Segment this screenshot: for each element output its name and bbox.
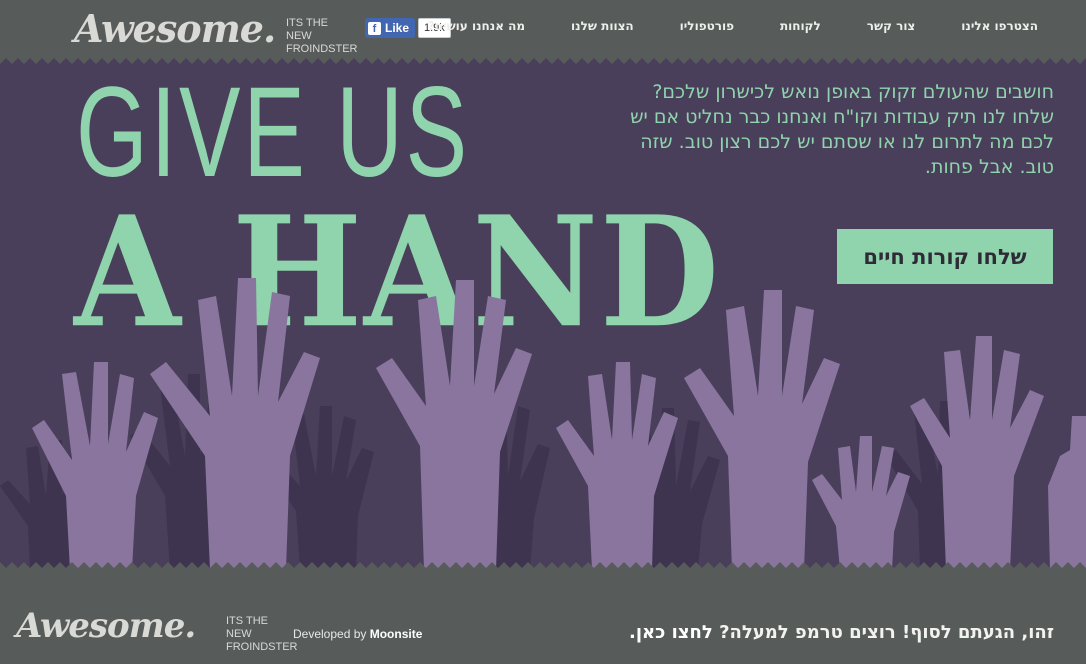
facebook-like-label: Like: [385, 21, 410, 35]
back-to-top-message: זהו, הגעתם לסוף! רוצים טרמפ למעלה? לחצו …: [629, 622, 1054, 643]
nav-item-contact[interactable]: צור קשר: [867, 19, 916, 33]
facebook-like-button[interactable]: f Like: [365, 18, 416, 38]
hero-section: GIVE US A HAND חושבים שהעולם זקוק באופן …: [0, 56, 1086, 570]
back-to-top-text: זהו, הגעתם לסוף! רוצים טרמפ למעלה?: [719, 622, 1054, 643]
nav-item-team[interactable]: הצוות שלנו: [571, 19, 634, 33]
site-footer: Awesome. ITS THE NEW FROINDSTER Develope…: [0, 570, 1086, 664]
top-header: Awesome. ITS THE NEW FROINDSTER f Like 1…: [0, 0, 1086, 56]
footer-tagline: ITS THE NEW FROINDSTER: [226, 615, 298, 653]
nav-item-clients[interactable]: לקוחות: [780, 19, 821, 33]
footer-logo[interactable]: Awesome.: [16, 606, 196, 646]
nav-item-join-us[interactable]: הצטרפו אלינו: [961, 19, 1038, 33]
logo-tagline: ITS THE NEW FROINDSTER: [286, 17, 358, 55]
nav-item-portfolio[interactable]: פורטפוליו: [680, 19, 734, 33]
developed-by-credit: Developed by Moonsite: [293, 627, 422, 641]
back-to-top-link[interactable]: לחצו כאן.: [629, 622, 713, 643]
send-resume-button[interactable]: שלחו קורות חיים: [837, 229, 1053, 284]
developed-by-prefix: Developed by: [293, 627, 367, 641]
hero-description: חושבים שהעולם זקוק באופן נואש לכישרון של…: [630, 81, 1054, 178]
site-logo[interactable]: Awesome.: [74, 6, 276, 51]
facebook-icon: f: [368, 21, 381, 35]
developer-link[interactable]: Moonsite: [370, 627, 423, 641]
zigzag-divider-bottom: [0, 562, 1086, 570]
nav-item-what-we-do[interactable]: מה אנחנו עושים?: [428, 19, 525, 33]
main-nav: מה אנחנו עושים? הצוות שלנו פורטפוליו לקו…: [428, 19, 1038, 33]
